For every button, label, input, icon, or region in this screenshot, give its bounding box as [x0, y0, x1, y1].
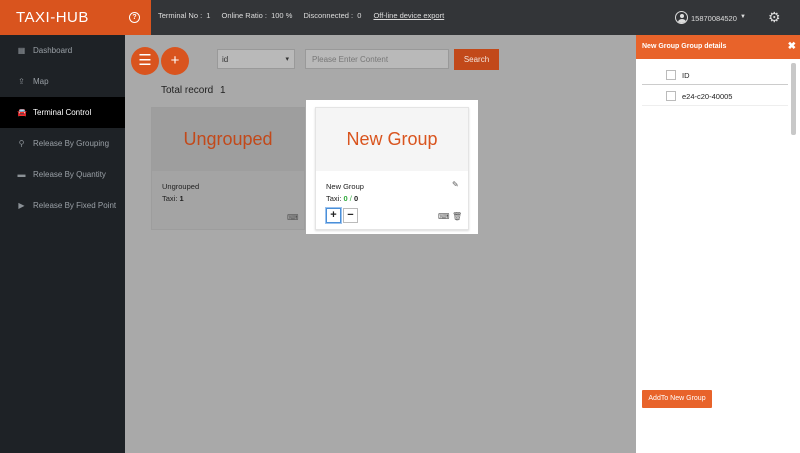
terminal-stats: Terminal No : 1 Online Ratio : 100 % Dis… [158, 11, 446, 20]
taxi-label: Taxi: [326, 194, 342, 203]
list-view-button[interactable]: ☰ [131, 47, 159, 75]
taxi-count: 1 [179, 194, 184, 203]
online-ratio-value: 100 % [271, 11, 293, 20]
group-card-ungrouped[interactable]: Ungrouped Ungrouped Taxi: 1 ⌨ [151, 107, 305, 230]
main-content: ☰ + id ▾ Please Enter Content Search Tot… [125, 35, 636, 453]
user-name[interactable]: 15870084520 [691, 14, 737, 23]
sidebar-item-label: Release By Quantity [33, 170, 106, 179]
keyboard-icon[interactable]: ⌨ [287, 213, 299, 222]
select-all-checkbox[interactable] [666, 70, 676, 80]
disconnected-value: 0 [357, 11, 362, 20]
top-bar: TAXI-HUB ? Terminal No : 1 Online Ratio … [0, 0, 800, 35]
help-icon[interactable]: ? [129, 12, 140, 23]
panel-header: New Group Group details ✖ [636, 35, 800, 59]
group-card-title: Ungrouped [152, 108, 304, 171]
sidebar-item-release-by-grouping[interactable]: ⚲ Release By Grouping [0, 128, 125, 159]
sidebar-item-label: Map [33, 77, 49, 86]
play-icon: ▶ [18, 201, 25, 210]
group-details-panel: New Group Group details ✖ ID e24-c20-400… [636, 35, 800, 453]
sidebar-item-dashboard[interactable]: ▦ Dashboard [0, 35, 125, 66]
group-card-name: Ungrouped [162, 182, 200, 191]
filter-select-value: id [222, 55, 229, 64]
table-header-row: ID [642, 65, 788, 85]
table-row[interactable]: e24-c20-40005 [642, 86, 788, 106]
search-input[interactable]: Please Enter Content [305, 49, 449, 69]
bicycle-icon: ⚲ [18, 139, 25, 148]
column-header-id: ID [682, 71, 690, 80]
gear-icon[interactable]: ⚙ [768, 10, 781, 24]
list-icon: ☰ [138, 52, 152, 69]
search-button[interactable]: Search [454, 49, 499, 70]
total-record-label: Total record [161, 85, 214, 96]
terminal-id: e24-c20-40005 [682, 92, 733, 101]
group-card-name: New Group [326, 182, 364, 191]
group-card-taxi: Taxi: 1 [162, 194, 184, 203]
terminal-no-label: Terminal No : [158, 11, 203, 20]
taxi-total-count: 0 [353, 194, 359, 203]
sidebar-item-map[interactable]: ⇪ Map [0, 66, 125, 97]
sidebar: ▦ Dashboard ⇪ Map 🚘 Terminal Control ⚲ R… [0, 35, 125, 453]
edit-icon[interactable]: ✎ [452, 180, 459, 189]
keyboard-icon[interactable]: ⌨ [438, 212, 450, 221]
online-ratio-label: Online Ratio : [221, 11, 267, 20]
group-card-title: New Group [316, 108, 468, 171]
taxi-label: Taxi: [162, 194, 178, 203]
dashboard-icon: ▦ [17, 46, 26, 55]
offline-export-link[interactable]: Off-line device export [373, 11, 444, 20]
sidebar-item-label: Terminal Control [33, 108, 92, 117]
filter-select[interactable]: id ▾ [217, 49, 295, 69]
group-card-new-group[interactable]: New Group New Group ✎ Taxi: 0 / 0 + − ⌨ … [315, 107, 469, 230]
brand-area: TAXI-HUB ? [0, 0, 151, 35]
sidebar-item-terminal-control[interactable]: 🚘 Terminal Control [0, 97, 125, 128]
total-record-value: 1 [220, 85, 226, 96]
app-title: TAXI-HUB [16, 9, 89, 26]
group-card-taxi: Taxi: 0 / 0 [326, 194, 358, 203]
map-icon: ⇪ [18, 77, 25, 86]
total-record: Total record 1 [161, 85, 226, 96]
remove-terminal-button[interactable]: − [343, 208, 358, 223]
add-terminal-button[interactable]: + [326, 208, 341, 223]
sidebar-item-label: Release By Grouping [33, 139, 110, 148]
add-to-group-button[interactable]: AddTo New Group [642, 390, 712, 408]
sidebar-item-release-by-quantity[interactable]: ▬ Release By Quantity [0, 159, 125, 190]
car-icon: 🚘 [17, 108, 27, 117]
terminal-no-value: 1 [206, 11, 211, 20]
row-checkbox[interactable] [666, 91, 676, 101]
sidebar-item-label: Dashboard [33, 46, 73, 55]
user-dropdown-caret-icon[interactable]: ▼ [740, 14, 746, 20]
panel-title: New Group Group details [642, 43, 727, 50]
sidebar-item-label: Release By Fixed Point [33, 201, 117, 210]
user-avatar-icon[interactable] [675, 11, 688, 24]
disconnected-label: Disconnected : [303, 11, 354, 20]
chevron-down-icon: ▾ [285, 56, 289, 63]
list-icon: ▬ [17, 170, 26, 179]
close-icon[interactable]: ✖ [788, 41, 796, 52]
trash-icon[interactable]: 🗑 [452, 212, 462, 221]
add-group-button[interactable]: + [161, 47, 189, 75]
plus-icon: + [170, 52, 180, 69]
panel-scrollbar[interactable] [791, 63, 796, 135]
sidebar-item-release-by-fixed-point[interactable]: ▶ Release By Fixed Point [0, 190, 125, 221]
